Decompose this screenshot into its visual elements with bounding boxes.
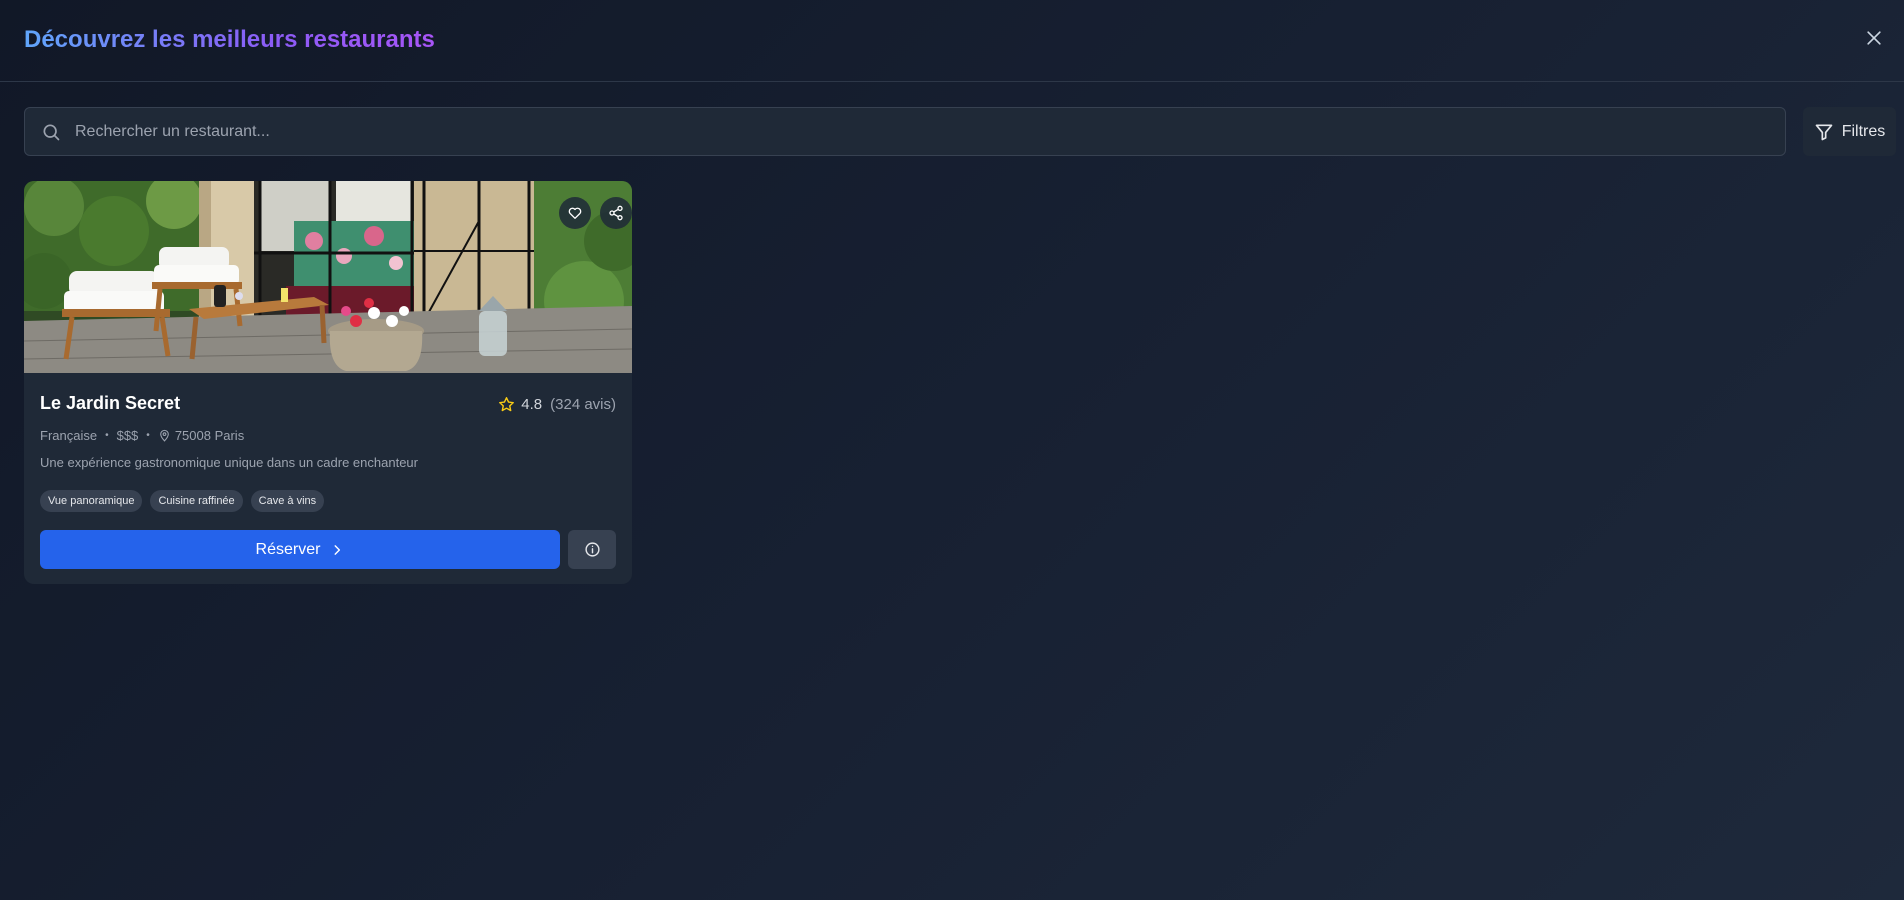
filter-icon [1815, 124, 1833, 140]
chevron-right-icon [334, 544, 341, 555]
info-button[interactable] [568, 530, 616, 569]
cuisine-type: Française [40, 427, 98, 443]
separator-dot: • [146, 429, 150, 441]
search-icon [41, 122, 61, 142]
tag: Vue panoramique [40, 490, 143, 512]
restaurant-description: Une expérience gastronomique unique dans… [40, 455, 418, 470]
restaurant-name: Le Jardin Secret [40, 393, 181, 413]
star-icon [499, 396, 515, 411]
filters-button[interactable]: Filtres [1803, 107, 1896, 156]
filters-label: Filtres [1841, 122, 1886, 140]
restaurant-card[interactable]: Le Jardin Secret 4.8 (324 avis) Français… [24, 181, 632, 584]
search-bar [24, 107, 1786, 156]
share-icon [609, 205, 623, 221]
location: 75008 Paris [158, 428, 244, 443]
map-pin-icon [159, 429, 169, 442]
info-icon [584, 542, 600, 557]
restaurant-meta: Française • $$$ • 75008 Paris [40, 426, 244, 444]
search-input[interactable] [75, 108, 1785, 155]
reserve-label: Réserver [255, 540, 321, 558]
heart-icon [568, 207, 582, 219]
rating: 4.8 (324 avis) [498, 394, 616, 414]
tag: Cave à vins [250, 490, 325, 512]
restaurant-image [24, 181, 632, 373]
reserve-button[interactable]: Réserver [40, 530, 560, 569]
tag: Cuisine raffinée [150, 490, 243, 512]
separator-dot: • [105, 429, 109, 441]
header: Découvrez les meilleurs restaurants [0, 0, 1904, 82]
rating-value: 4.8 [521, 395, 543, 413]
tag-list: Vue panoramique Cuisine raffinée Cave à … [40, 490, 325, 512]
close-button[interactable] [1860, 24, 1888, 52]
price-range: $$$ [116, 427, 139, 443]
close-icon [1867, 31, 1881, 45]
location-text: 75008 Paris [174, 427, 245, 443]
page-title: Découvrez les meilleurs restaurants [24, 26, 435, 53]
favorite-button[interactable] [559, 197, 591, 229]
review-count: (324 avis) [550, 395, 616, 413]
share-button[interactable] [600, 197, 632, 229]
